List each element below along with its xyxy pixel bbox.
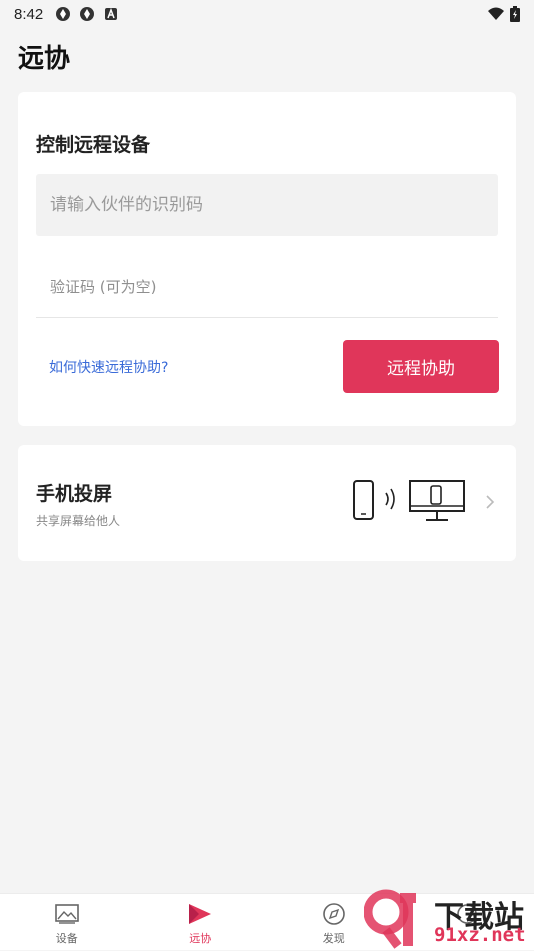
watermark-logo: [364, 888, 434, 950]
tab-remote[interactable]: 远协: [134, 894, 268, 951]
remote-assist-button[interactable]: 远程协助: [343, 340, 499, 393]
verification-code-input[interactable]: [36, 256, 498, 318]
phone-to-monitor-icon: [352, 479, 468, 527]
screen-cast-card[interactable]: 手机投屏 共享屏幕给他人: [18, 445, 516, 561]
status-bar: 8:42: [0, 0, 534, 28]
tab-devices-label: 设备: [56, 930, 78, 946]
watermark: 下载站 91xz.net: [364, 888, 534, 950]
partner-id-input[interactable]: [36, 174, 498, 236]
help-link[interactable]: 如何快速远程协助?: [49, 357, 168, 377]
a-icon: [103, 6, 119, 22]
watermark-domain: 91xz.net: [434, 924, 526, 946]
compass-icon: [321, 902, 347, 926]
cast-card-title: 手机投屏: [36, 479, 112, 506]
status-time: 8:42: [14, 6, 43, 23]
chevron-right-icon: [484, 493, 496, 511]
tab-remote-label: 远协: [189, 930, 211, 946]
image-frame-icon: [54, 902, 80, 926]
wifi-icon: [488, 7, 504, 21]
remote-card-title: 控制远程设备: [36, 130, 150, 157]
tab-discover-label: 发现: [323, 930, 345, 946]
cast-card-subtitle: 共享屏幕给他人: [36, 512, 120, 529]
battery-icon: [510, 6, 520, 22]
remote-flag-icon: [187, 902, 213, 926]
page-title: 远协: [18, 38, 70, 75]
sync-icon: [55, 6, 71, 22]
remote-control-card: 控制远程设备 如何快速远程协助? 远程协助: [18, 92, 516, 426]
sync-icon: [79, 6, 95, 22]
tab-devices[interactable]: 设备: [0, 894, 134, 951]
